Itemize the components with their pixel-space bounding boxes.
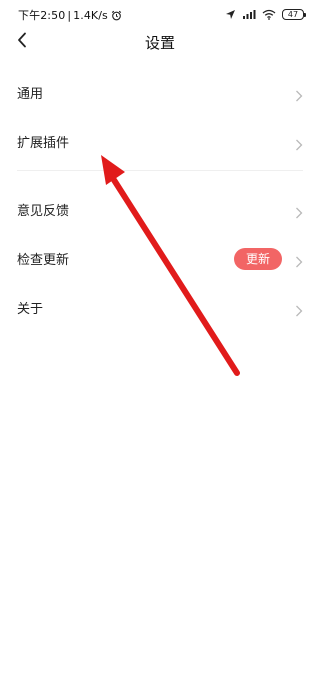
status-icons: 47 — [219, 5, 306, 24]
chevron-right-icon — [295, 87, 303, 101]
cellular-signal-icon — [242, 5, 256, 24]
chevron-right-icon — [295, 204, 303, 218]
settings-item-label: 意见反馈 — [17, 204, 70, 219]
status-bar: 下午2:50 | 1.4K/s 47 — [0, 0, 320, 28]
settings-item-label: 关于 — [17, 302, 44, 317]
page-title: 设置 — [144, 34, 175, 52]
wifi-icon — [262, 5, 276, 24]
chevron-right-icon — [295, 136, 303, 150]
battery-level: 47 — [287, 9, 299, 19]
alarm-clock-icon — [111, 10, 122, 21]
status-separator: | — [67, 8, 72, 22]
settings-item-feedback[interactable]: 意见反馈 — [0, 185, 320, 234]
settings-item-check-update[interactable]: 检查更新 更新 — [0, 234, 320, 283]
update-badge[interactable]: 更新 — [234, 247, 282, 270]
network-speed: 1.4K/s — [73, 8, 108, 22]
location-arrow-icon — [225, 5, 236, 24]
status-time: 下午2:50 — [18, 9, 66, 22]
settings-item-general[interactable]: 通用 — [0, 68, 320, 117]
settings-item-label: 检查更新 — [17, 253, 70, 268]
battery-icon: 47 — [282, 8, 306, 20]
section-divider — [17, 170, 303, 171]
settings-item-extensions[interactable]: 扩展插件 — [0, 117, 320, 166]
chevron-right-icon — [295, 253, 303, 267]
settings-list: 通用 扩展插件 意见反馈 检查更新 更新 关于 — [0, 68, 320, 332]
settings-item-label: 通用 — [17, 87, 44, 102]
chevron-right-icon — [295, 302, 303, 316]
settings-item-about[interactable]: 关于 — [0, 283, 320, 332]
settings-item-label: 扩展插件 — [17, 136, 70, 151]
nav-bar: 设置 — [0, 28, 320, 56]
status-time-group: 下午2:50 | 1.4K/s — [18, 7, 122, 23]
